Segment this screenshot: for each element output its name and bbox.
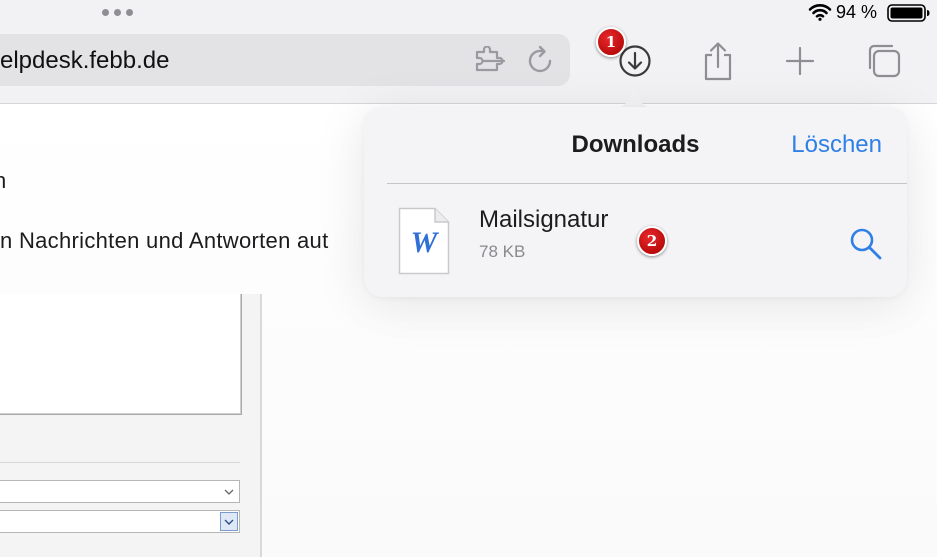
annotation-marker-1: 1 xyxy=(596,27,626,57)
wifi-icon xyxy=(808,4,832,21)
file-name: Mailsignatur xyxy=(479,206,609,233)
chevron-down-icon xyxy=(220,512,238,531)
magnifier-icon[interactable] xyxy=(848,226,884,262)
page-description: n Nachrichten und Antworten aut xyxy=(0,228,329,253)
file-size: 78 KB xyxy=(479,242,526,261)
annotation-marker-2: 2 xyxy=(637,226,667,256)
browser-toolbar: elpdesk.febb.de xyxy=(0,24,937,104)
downloads-popover: Downloads Löschen W Mailsignatur 78 KB xyxy=(364,107,907,297)
plus-icon xyxy=(785,46,815,76)
tabs-icon xyxy=(868,44,901,78)
clear-downloads-button[interactable]: Löschen xyxy=(791,131,882,159)
page-heading: n xyxy=(0,168,7,193)
download-item[interactable]: W Mailsignatur 78 KB xyxy=(364,184,907,297)
share-icon xyxy=(704,42,732,81)
file-type-letter: W xyxy=(411,226,440,259)
extension-icon[interactable] xyxy=(474,46,508,74)
word-document-icon: W xyxy=(398,207,450,275)
address-bar-url: elpdesk.febb.de xyxy=(0,47,170,74)
select-field-1[interactable] xyxy=(0,480,240,503)
battery-icon xyxy=(887,4,930,22)
popover-arrow xyxy=(614,89,654,108)
share-button[interactable] xyxy=(697,38,739,84)
form-panel xyxy=(0,294,262,557)
address-bar[interactable]: elpdesk.febb.de xyxy=(0,34,570,86)
battery-percentage: 94 % xyxy=(836,2,878,22)
select-field-2[interactable] xyxy=(0,510,240,533)
new-tab-button[interactable] xyxy=(779,38,821,84)
multitask-dots-icon[interactable] xyxy=(100,5,140,17)
message-textarea[interactable] xyxy=(0,294,242,415)
reload-icon[interactable] xyxy=(526,44,556,76)
status-bar: 94 % xyxy=(0,0,937,24)
chevron-down-icon xyxy=(220,482,238,501)
form-divider xyxy=(0,462,240,463)
tabs-overview-button[interactable] xyxy=(863,38,905,84)
